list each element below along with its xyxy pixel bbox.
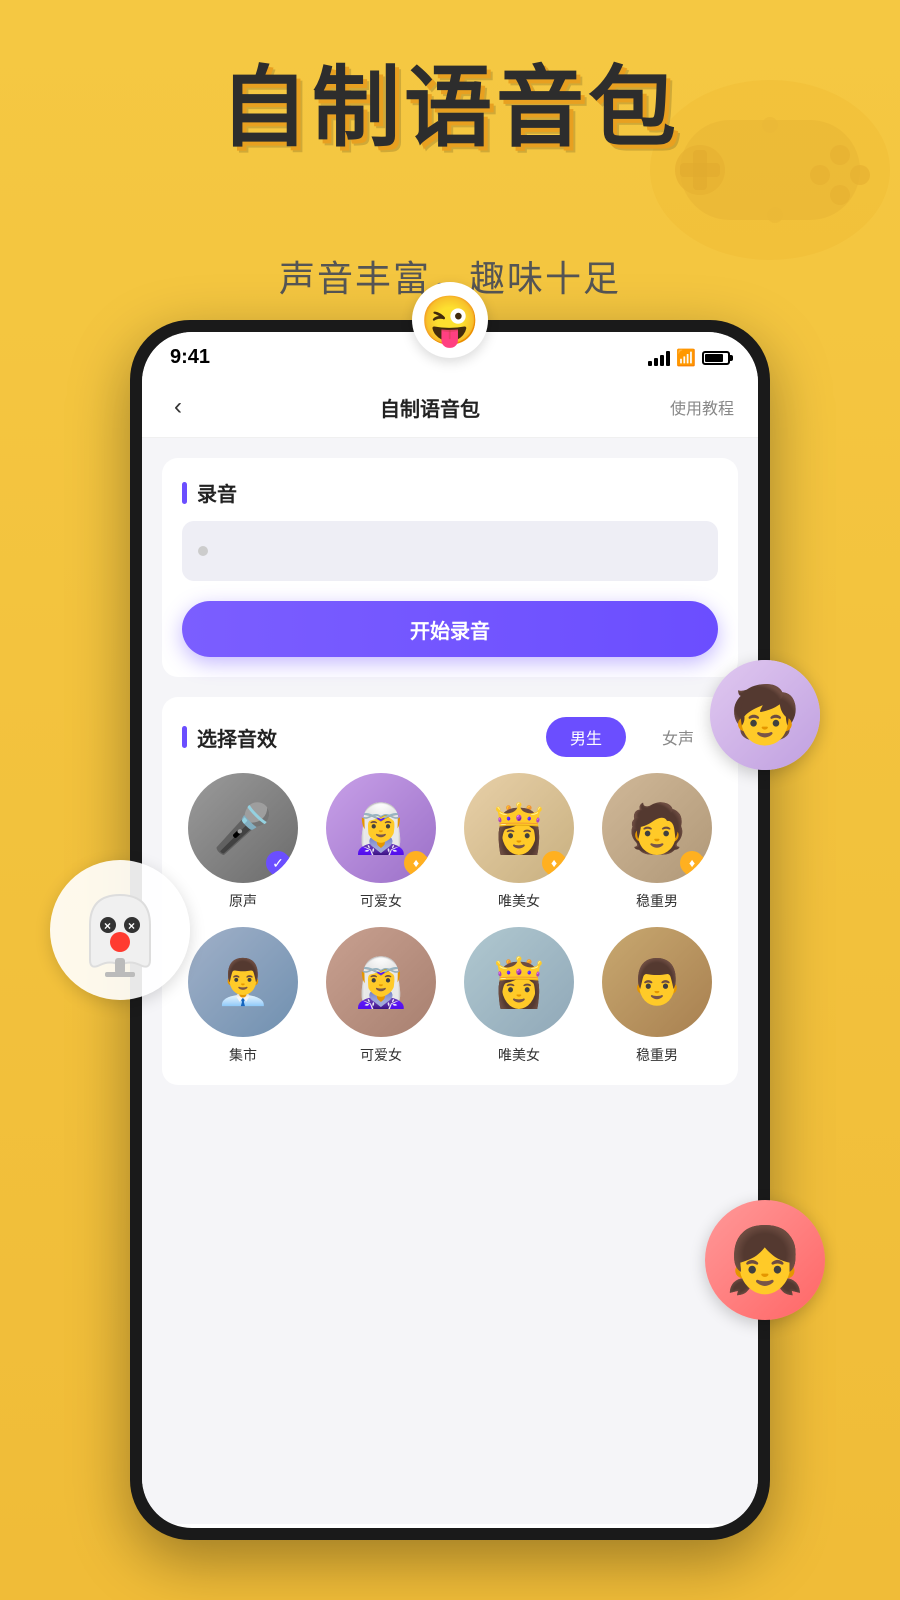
effect-avatar-cute-girl-2: 🧝‍♀️: [326, 927, 436, 1037]
effect-avatar-steady-man: 🧑 ♦: [602, 773, 712, 883]
recording-section: 录音 开始录音: [162, 458, 738, 677]
effect-section: 选择音效 男生 女声 🎤 ✓ 原声: [162, 697, 738, 1085]
battery-icon: [702, 351, 730, 365]
effect-filter: 男生 女声: [546, 717, 718, 757]
effect-name-beautiful-girl-2: 唯美女: [498, 1045, 540, 1065]
effect-item-steady-man[interactable]: 🧑 ♦ 稳重男: [596, 773, 718, 911]
floating-emoji: 😜: [412, 282, 488, 358]
effect-item-beautiful-girl-2[interactable]: 👸 唯美女: [458, 927, 580, 1065]
section-indicator: [182, 482, 187, 504]
effect-name-cute-girl: 可爱女: [360, 891, 402, 911]
wifi-icon: 📶: [676, 348, 696, 368]
effect-name-steady-man: 稳重男: [636, 891, 678, 911]
floating-avatar-girl: 🧒: [710, 660, 820, 770]
content-area: 录音 开始录音 选择音效 男生 女声: [142, 438, 758, 1524]
effect-name-beautiful-girl: 唯美女: [498, 891, 540, 911]
recording-section-title: 录音: [182, 478, 718, 507]
filter-male[interactable]: 男生: [546, 717, 626, 757]
main-title: 自制语音包: [0, 60, 900, 157]
status-time: 9:41: [170, 346, 210, 369]
effect-avatar-cute-girl: 🧝‍♀️ ♦: [326, 773, 436, 883]
ghost-microphone-decoration: × ×: [50, 860, 190, 1000]
filter-female[interactable]: 女声: [638, 717, 718, 757]
effect-item-beautiful-girl[interactable]: 👸 ♦ 唯美女: [458, 773, 580, 911]
nav-title: 自制语音包: [190, 393, 670, 422]
tutorial-link[interactable]: 使用教程: [670, 395, 734, 419]
effect-avatar-steady-man-2: 👨: [602, 927, 712, 1037]
floating-avatar-girl-hat: 👧: [705, 1200, 825, 1320]
svg-text:×: ×: [104, 919, 111, 933]
back-button[interactable]: ‹: [166, 389, 190, 425]
recording-waveform-area: [182, 521, 718, 581]
effect-avatar-beautiful-girl: 👸 ♦: [464, 773, 574, 883]
effect-grid: 🎤 ✓ 原声 🧝‍♀️ ♦ 可爱女 👸: [182, 773, 718, 1065]
effect-item-original[interactable]: 🎤 ✓ 原声: [182, 773, 304, 911]
signal-icon: [648, 350, 670, 366]
record-button[interactable]: 开始录音: [182, 601, 718, 657]
effect-name-steady-man-2: 稳重男: [636, 1045, 678, 1065]
svg-text:×: ×: [128, 919, 135, 933]
effect-section-title: 选择音效: [182, 723, 277, 752]
effect-avatar-original: 🎤 ✓: [188, 773, 298, 883]
section-indicator-2: [182, 726, 187, 748]
nav-bar: ‹ 自制语音包 使用教程: [142, 377, 758, 438]
effect-avatar-market: 👨‍💼: [188, 927, 298, 1037]
effect-name-cute-girl-2: 可爱女: [360, 1045, 402, 1065]
phone-frame: 😜 🧒 × × 👧 9:41: [130, 320, 770, 1540]
effect-item-steady-man-2[interactable]: 👨 稳重男: [596, 927, 718, 1065]
effect-name-market: 集市: [229, 1045, 257, 1065]
effect-avatar-beautiful-girl-2: 👸: [464, 927, 574, 1037]
effect-item-market[interactable]: 👨‍💼 集市: [182, 927, 304, 1065]
phone-screen: 9:41 📶 ‹ 自制语音包 使用教程: [142, 332, 758, 1528]
effect-item-cute-girl[interactable]: 🧝‍♀️ ♦ 可爱女: [320, 773, 442, 911]
effect-name-original: 原声: [229, 891, 257, 911]
status-icons: 📶: [648, 348, 730, 368]
effect-item-cute-girl-2[interactable]: 🧝‍♀️ 可爱女: [320, 927, 442, 1065]
recording-dot: [198, 546, 208, 556]
